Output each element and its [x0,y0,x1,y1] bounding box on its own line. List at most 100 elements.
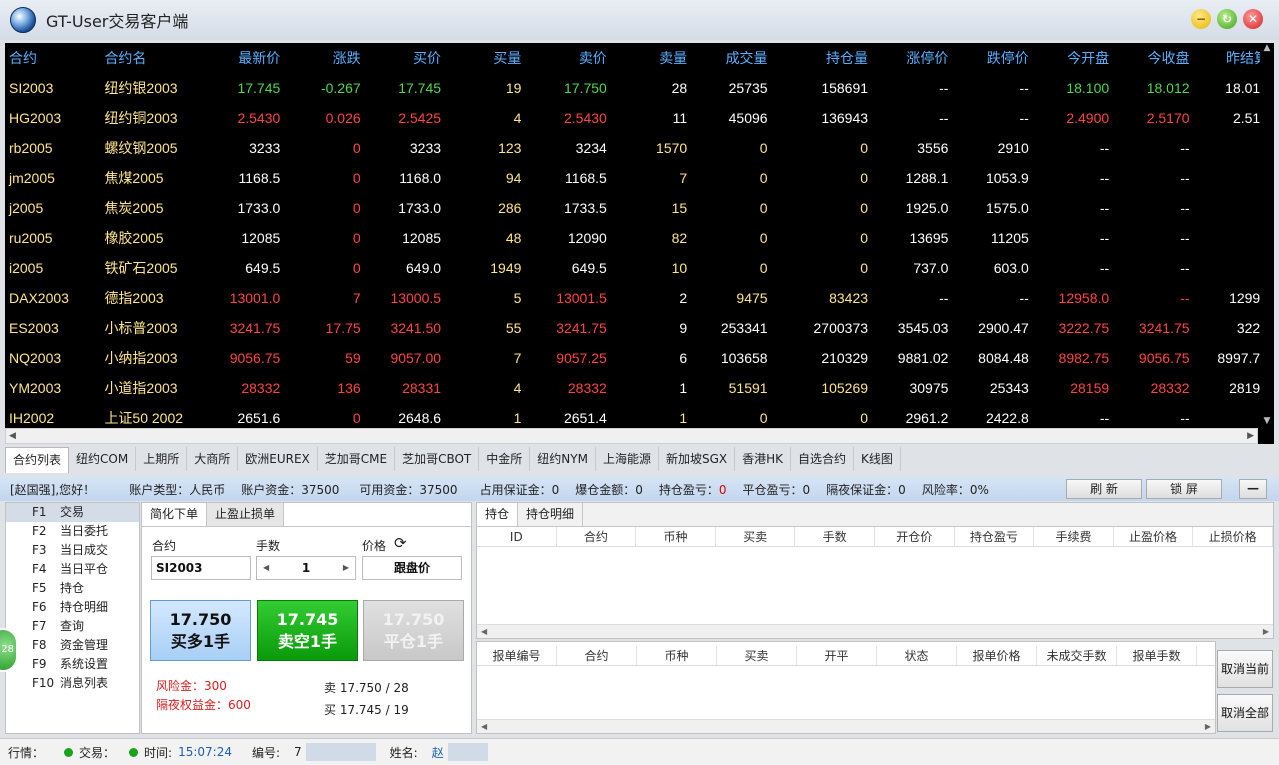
menu-item[interactable]: F8 资金管理 [6,636,139,655]
quote-column-header[interactable]: 买量 [447,43,527,73]
grid-column-header[interactable]: 持仓盈亏 [955,527,1035,546]
quote-column-header[interactable]: 合约 [5,43,100,73]
exchange-tab[interactable]: 大商所 [187,447,239,471]
scroll-right-icon[interactable]: ▶ [1263,625,1269,638]
lock-screen-button[interactable]: 锁 屏 [1146,479,1222,499]
menu-item[interactable]: F4 当日平仓 [6,560,139,579]
grid-column-header[interactable]: 手续费 [1034,527,1114,546]
quote-row[interactable]: ru2005 橡胶2005 12085 0 12085 48 12090 82 0 0 13695 1… [5,223,1274,253]
tab-position-details[interactable]: 持仓明细 [518,503,584,526]
quantity-stepper[interactable]: ◀ 1 ▶ [256,556,356,580]
refresh-button[interactable]: 刷 新 [1066,479,1142,499]
quote-row[interactable]: rb2005 螺纹钢2005 3233 0 3233 123 3234 1570 0 0 3556 2… [5,133,1274,163]
menu-item[interactable]: F3 当日成交 [6,541,139,560]
quote-column-header[interactable]: 持仓量 [774,43,874,73]
exchange-tab[interactable]: 上期所 [136,447,188,471]
grid-column-header[interactable]: 合约 [557,527,637,546]
grid-column-header[interactable]: 状态 [877,646,957,665]
grid-column-header[interactable]: 报单手数 [1117,646,1197,665]
grid-column-header[interactable]: 止损价格 [1193,527,1273,546]
exchange-tab[interactable]: 中金所 [479,447,531,471]
exchange-tab[interactable]: 新加坡SGX [659,447,736,471]
scroll-up-icon[interactable]: ▲ [1260,43,1274,55]
exchange-tab[interactable]: 芝加哥CME [318,447,396,471]
quote-column-header[interactable]: 跌停价 [954,43,1034,73]
scroll-left-icon[interactable]: ◀ [9,431,16,441]
grid-column-header[interactable]: 开仓价 [875,527,955,546]
quote-row[interactable]: SI2003 纽约银2003 17.745 -0.267 17.745 19 17.750 2… [5,73,1274,103]
tab-simple-order[interactable]: 简化下单 [142,503,208,526]
maximize-button[interactable]: ↻ [1217,9,1237,29]
menu-item[interactable]: F5 持仓 [6,579,139,598]
quote-column-header[interactable]: 最新价 [196,43,286,73]
grid-column-header[interactable]: 止盈价格 [1114,527,1194,546]
refresh-price-icon[interactable]: ⟳ [394,534,407,552]
grid-column-header[interactable]: 手数 [795,527,875,546]
quote-row[interactable]: ES2003 小标普2003 3241.75 17.75 3241.50 55 3241.7… [5,313,1274,343]
quote-row[interactable]: DAX2003 德指2003 13001.0 7 13000.5 5 13001.5 2 947… [5,283,1274,313]
collapse-panel-button[interactable]: — [1239,479,1267,499]
decrease-icon[interactable]: ◀ [263,557,269,579]
tab-stop-order[interactable]: 止盈止损单 [207,503,285,526]
menu-item[interactable]: F9 系统设置 [6,655,139,674]
quote-column-header[interactable]: 合约名 [100,43,195,73]
quote-horizontal-scrollbar[interactable]: ◀ ▶ [5,428,1258,444]
tab-positions[interactable]: 持仓 [477,503,519,526]
price-mode-select[interactable]: 跟盘价 [362,556,462,580]
quote-row[interactable]: jm2005 焦煤2005 1168.5 0 1168.0 94 1168.5 7 0 0 1288… [5,163,1274,193]
quote-row[interactable]: j2005 焦炭2005 1733.0 0 1733.0 286 1733.5 15 0 0 192… [5,193,1274,223]
quote-vertical-scrollbar[interactable]: ▲ ▼ [1260,43,1274,428]
grid-column-header[interactable]: 报单价格 [957,646,1037,665]
grid-column-header[interactable]: 报单编号 [477,646,557,665]
exchange-tab[interactable]: 纽约NYM [530,447,596,471]
buy-long-button[interactable]: 17.750 买多1手 [150,600,251,661]
quote-row[interactable]: i2005 铁矿石2005 649.5 0 649.0 1949 649.5 10 0 0 737.… [5,253,1274,283]
grid-column-header[interactable]: 未成交手数 [1037,646,1117,665]
exchange-tab[interactable]: 香港HK [735,447,792,471]
quote-row[interactable]: NQ2003 小纳指2003 9056.75 59 9057.00 7 9057.25 6 10… [5,343,1274,373]
grid-column-header[interactable]: 买卖 [717,646,797,665]
scroll-right-icon[interactable]: ▶ [1205,720,1211,733]
scroll-left-icon[interactable]: ◀ [481,625,487,638]
menu-item[interactable]: F6 持仓明细 [6,598,139,617]
quote-row[interactable]: HG2003 纽约铜2003 2.5430 0.026 2.5425 4 2.5430 11 4… [5,103,1274,133]
sell-short-button[interactable]: 17.745 卖空1手 [257,600,358,661]
increase-icon[interactable]: ▶ [343,557,349,579]
exchange-tab[interactable]: 纽约COM [69,447,137,471]
quote-column-header[interactable]: 卖量 [613,43,693,73]
menu-item[interactable]: F2 当日委托 [6,522,139,541]
quote-column-header[interactable]: 买价 [367,43,447,73]
exchange-tab[interactable]: 上海能源 [596,447,659,471]
grid-column-header[interactable]: 币种 [637,646,717,665]
quote-column-header[interactable]: 今开盘 [1035,43,1115,73]
quote-column-header[interactable]: 涨停价 [874,43,954,73]
quote-column-header[interactable]: 成交量 [693,43,773,73]
scroll-left-icon[interactable]: ◀ [481,720,487,733]
scroll-right-icon[interactable]: ▶ [1247,431,1254,441]
quote-column-header[interactable]: 卖价 [527,43,612,73]
exchange-tab[interactable]: 合约列表 [5,447,70,473]
grid-column-header[interactable]: 币种 [636,527,716,546]
exchange-tab[interactable]: K线图 [854,447,901,471]
close-button[interactable]: ✕ [1243,9,1263,29]
menu-item[interactable]: F7 查询 [6,617,139,636]
grid-column-header[interactable]: 买卖 [716,527,796,546]
grid-column-header[interactable]: 合约 [557,646,637,665]
exchange-tab[interactable]: 芝加哥CBOT [395,447,480,471]
grid-column-header[interactable]: 开平 [797,646,877,665]
quote-column-header[interactable]: 今收盘 [1115,43,1195,73]
quote-row[interactable]: IH2002 上证50 2002 2651.6 0 2648.6 1 2651.4 1 0 0 29… [5,403,1274,428]
scroll-down-icon[interactable]: ▼ [1260,416,1274,428]
menu-item[interactable]: F1 交易 [6,503,139,522]
contract-input[interactable]: SI2003 [151,556,251,580]
menu-item[interactable]: F10 消息列表 [6,674,139,693]
exchange-tab[interactable]: 欧洲EUREX [238,447,318,471]
minimize-button[interactable]: − [1191,9,1211,29]
grid-column-header[interactable]: ID [477,527,557,546]
cancel-all-button[interactable]: 取消全部 [1217,694,1273,732]
quote-column-header[interactable]: 涨跌 [286,43,366,73]
close-position-button[interactable]: 17.750 平仓1手 [363,600,464,661]
floating-badge[interactable]: 28 [0,628,18,672]
positions-scrollbar[interactable]: ◀ ▶ [477,624,1273,638]
cancel-current-button[interactable]: 取消当前 [1217,650,1273,688]
